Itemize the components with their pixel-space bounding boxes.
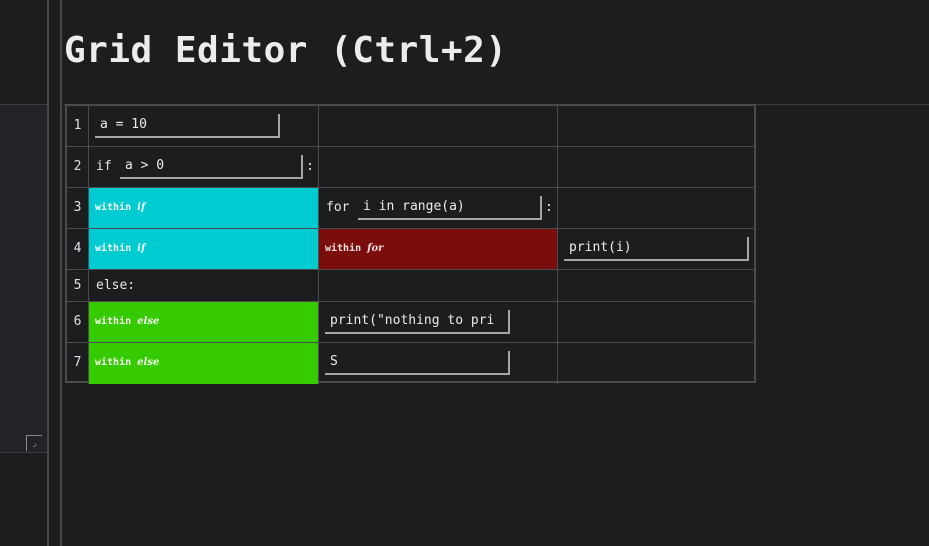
grid-editor: 1 a = 10 2 if a > 0 : 3 within if for i …: [65, 104, 756, 384]
row-number: 1: [67, 106, 89, 146]
within-if-block[interactable]: within if: [89, 188, 319, 228]
row-number: 4: [67, 229, 89, 269]
within-label: within else: [95, 316, 160, 327]
splitter-line: [47, 0, 49, 546]
within-else-block[interactable]: within else: [89, 302, 319, 342]
left-pane: ⌟: [0, 0, 47, 546]
code-input[interactable]: a = 10: [95, 114, 280, 138]
grid-cell[interactable]: [558, 106, 754, 146]
grid-cell[interactable]: [558, 302, 754, 342]
grid-row-6: 6 within else print("nothing to pri: [67, 302, 754, 343]
within-label: within for: [325, 243, 384, 254]
row-number: 2: [67, 147, 89, 187]
within-label: within if: [95, 202, 146, 213]
grid-cell[interactable]: a = 10: [89, 106, 319, 146]
grid-cell[interactable]: print("nothing to pri: [319, 302, 558, 342]
code-input[interactable]: print(i): [564, 237, 749, 261]
grid-cell[interactable]: [319, 106, 558, 146]
row-number: 6: [67, 302, 89, 342]
within-label: within if: [95, 243, 146, 254]
grid-cell[interactable]: for i in range(a) :: [319, 188, 558, 228]
grid-cell[interactable]: print(i): [558, 229, 754, 269]
grid-row-3: 3 within if for i in range(a) :: [67, 188, 754, 229]
grid-cell[interactable]: [319, 270, 558, 301]
loop-input[interactable]: i in range(a): [358, 196, 542, 220]
row-number: 5: [67, 270, 89, 301]
grid-cell[interactable]: [558, 188, 754, 228]
colon-label: :: [306, 159, 314, 174]
keyword-if: if: [96, 159, 112, 174]
grid-row-2: 2 if a > 0 :: [67, 147, 754, 188]
within-if-block[interactable]: within if: [89, 229, 319, 269]
colon-label: :: [545, 200, 553, 215]
resize-grip-icon[interactable]: ⌟: [26, 435, 42, 451]
grid-cell[interactable]: S: [319, 343, 558, 384]
code-input[interactable]: print("nothing to pri: [325, 310, 510, 334]
keyword-for: for: [326, 200, 350, 215]
grid-cell[interactable]: [558, 270, 754, 301]
code-input[interactable]: S: [325, 351, 510, 375]
grid-row-5: 5 else:: [67, 270, 754, 302]
left-pane-bottom-divider: [0, 452, 47, 453]
row-number: 7: [67, 343, 89, 384]
grid-cell[interactable]: else:: [89, 270, 319, 301]
left-subpanel: [0, 105, 47, 452]
grid-row-1: 1 a = 10: [67, 106, 754, 147]
within-else-block[interactable]: within else: [89, 343, 319, 384]
splitter-line: [60, 0, 62, 546]
grid-row-4: 4 within if within for print(i): [67, 229, 754, 270]
grid-row-7: 7 within else S: [67, 343, 754, 384]
grid-cell[interactable]: [558, 147, 754, 187]
keyword-else: else:: [96, 278, 136, 293]
row-number: 3: [67, 188, 89, 228]
within-label: within else: [95, 357, 160, 368]
grid-cell[interactable]: if a > 0 :: [89, 147, 319, 187]
page-title: Grid Editor (Ctrl+2): [64, 30, 508, 71]
grid-cell[interactable]: [558, 343, 754, 384]
within-for-block[interactable]: within for: [319, 229, 558, 269]
grid-cell[interactable]: [319, 147, 558, 187]
condition-input[interactable]: a > 0: [120, 155, 303, 179]
pane-splitter[interactable]: [47, 0, 63, 546]
